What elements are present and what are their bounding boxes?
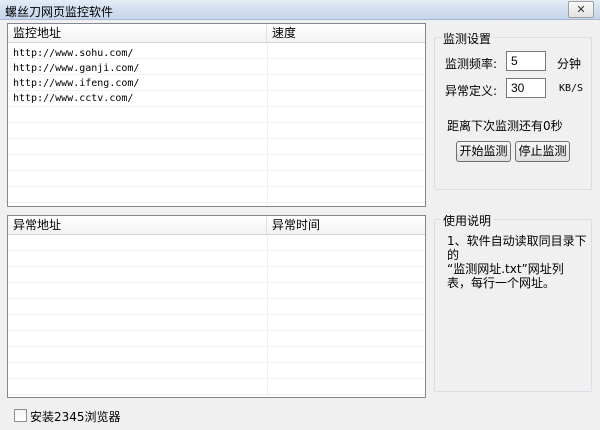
help-text: 1、软件自动读取同目录下的 “监测网址.txt”网址列 表，每行一个网址。 (447, 234, 587, 290)
row-url: http://www.ganji.com/ (13, 63, 140, 74)
start-monitor-button[interactable]: 开始监测 (456, 141, 511, 162)
title-bar: 螺丝刀网页监控软件 ✕ (0, 0, 600, 20)
close-icon: ✕ (576, 3, 586, 16)
table-row[interactable]: http://www.cctv.com/ (8, 91, 425, 106)
monitor-list-rows: http://www.sohu.com/http://www.ganji.com… (8, 46, 425, 106)
countdown-text: 距离下次监测还有0秒 (447, 119, 563, 133)
monitor-list-header: 监控地址 速度 (8, 24, 425, 43)
table-row[interactable]: http://www.ifeng.com/ (8, 76, 425, 91)
anomaly-label: 异常定义: (445, 84, 498, 98)
row-url: http://www.sohu.com/ (13, 48, 134, 59)
frequency-label: 监测频率: (445, 57, 498, 71)
row-url: http://www.cctv.com/ (13, 93, 134, 104)
frequency-input[interactable] (506, 51, 546, 71)
close-button[interactable]: ✕ (568, 1, 594, 18)
table-row[interactable]: http://www.sohu.com/ (8, 46, 425, 61)
column-header-monitor-url[interactable]: 监控地址 (8, 24, 267, 43)
anomaly-list[interactable]: 异常地址 异常时间 (7, 215, 426, 398)
help-legend: 使用说明 (441, 212, 494, 229)
anomaly-threshold-input[interactable] (506, 78, 546, 98)
help-group: 使用说明 1、软件自动读取同目录下的 “监测网址.txt”网址列 表，每行一个网… (434, 212, 592, 392)
stop-monitor-button[interactable]: 停止监测 (515, 141, 570, 162)
install-browser-checkbox[interactable] (14, 409, 27, 422)
column-divider (267, 235, 268, 397)
table-row[interactable]: http://www.ganji.com/ (8, 61, 425, 76)
install-browser-label[interactable]: 安装2345浏览器 (30, 408, 121, 425)
anomaly-list-header: 异常地址 异常时间 (8, 216, 425, 235)
column-header-anomaly-time[interactable]: 异常时间 (267, 216, 425, 235)
anomaly-unit: KB/S (559, 83, 584, 94)
settings-group: 监测设置 监测频率: 分钟 异常定义: KB/S 距离下次监测还有0秒 开始监测… (434, 30, 592, 190)
window-title: 螺丝刀网页监控软件 (5, 5, 114, 19)
frequency-unit: 分钟 (557, 57, 582, 71)
column-header-anomaly-url[interactable]: 异常地址 (8, 216, 267, 235)
monitor-url-list[interactable]: 监控地址 速度 http://www.sohu.com/http://www.g… (7, 23, 426, 207)
row-url: http://www.ifeng.com/ (13, 78, 140, 89)
anomaly-list-grid (8, 235, 425, 397)
column-header-speed[interactable]: 速度 (267, 24, 425, 43)
settings-legend: 监测设置 (441, 30, 494, 47)
